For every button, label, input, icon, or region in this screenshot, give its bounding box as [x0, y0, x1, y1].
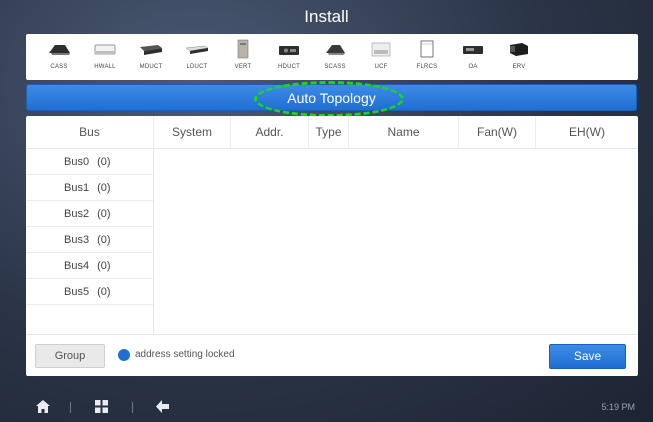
outdoor-air-unit-icon — [463, 46, 483, 54]
high-duct-unit-icon — [279, 46, 299, 55]
lock-status-indicator[interactable] — [118, 349, 130, 361]
nav-divider — [132, 402, 133, 413]
bus-item-3[interactable]: Bus3 (0) — [26, 227, 153, 253]
page-title: Install — [304, 7, 349, 26]
nav-divider — [70, 402, 71, 413]
device-mduct[interactable]: MDUCT — [128, 34, 174, 80]
bus-list: Bus0 (0) Bus1 (0) Bus2 (0) Bus3 (0) Bus4 (0) … — [26, 149, 154, 334]
home-icon[interactable] — [36, 400, 50, 418]
lock-status-label: address setting locked — [135, 349, 235, 360]
back-arrow-icon[interactable] — [156, 400, 169, 418]
cassette-unit-icon — [49, 45, 70, 55]
device-oa[interactable]: OA — [450, 34, 496, 80]
device-ucf[interactable]: UCF — [358, 34, 404, 80]
column-type: Type — [309, 116, 349, 149]
device-scass[interactable]: SCASS — [312, 34, 358, 80]
wall-mounted-unit-icon — [94, 44, 116, 55]
bus-table-panel: Bus System Addr. Type Name Fan(W) EH(W) … — [26, 116, 638, 376]
save-button[interactable]: Save — [549, 344, 626, 369]
clock-time: 5:19 PM — [601, 402, 635, 412]
device-type-toolbar: CASS HWALL MDUCT LDUCT VERT HDUCT SCASS … — [26, 34, 638, 80]
small-cassette-unit-icon — [326, 45, 345, 55]
device-erv[interactable]: ERV — [496, 34, 542, 80]
column-name: Name — [349, 116, 459, 149]
device-hwall[interactable]: HWALL — [82, 34, 128, 80]
bus-item-2[interactable]: Bus2 (0) — [26, 201, 153, 227]
bottom-navbar: 5:19 PM — [0, 390, 653, 422]
bus-item-4[interactable]: Bus4 (0) — [26, 253, 153, 279]
grid-menu-icon[interactable] — [95, 400, 108, 418]
bus-item-1[interactable]: Bus1 (0) — [26, 175, 153, 201]
ceiling-floor-unit-icon — [371, 42, 391, 57]
device-hduct[interactable]: HDUCT — [266, 34, 312, 80]
column-system: System — [154, 116, 231, 149]
device-lduct[interactable]: LDUCT — [174, 34, 220, 80]
device-vert[interactable]: VERT — [220, 34, 266, 80]
medium-duct-unit-icon — [140, 45, 162, 55]
bus-item-5[interactable]: Bus5 (0) — [26, 279, 153, 305]
energy-recovery-unit-icon — [510, 43, 528, 56]
footer-divider — [26, 334, 638, 335]
low-duct-unit-icon — [185, 45, 209, 54]
auto-topology-button[interactable]: Auto Topology — [26, 84, 637, 111]
vertical-unit-icon — [237, 39, 249, 59]
bus-item-0[interactable]: Bus0 (0) — [26, 149, 153, 175]
column-eh: EH(W) — [569, 125, 605, 139]
column-addr: Addr. — [231, 116, 309, 149]
device-cass[interactable]: CASS — [36, 34, 82, 80]
device-flrcs[interactable]: FLRCS — [404, 34, 450, 80]
group-button[interactable]: Group — [35, 344, 105, 368]
column-fan: Fan(W) — [459, 116, 536, 149]
column-bus: Bus — [26, 116, 154, 149]
table-header: Bus System Addr. Type Name Fan(W) EH(W) — [26, 116, 638, 149]
floor-console-unit-icon — [420, 40, 434, 58]
